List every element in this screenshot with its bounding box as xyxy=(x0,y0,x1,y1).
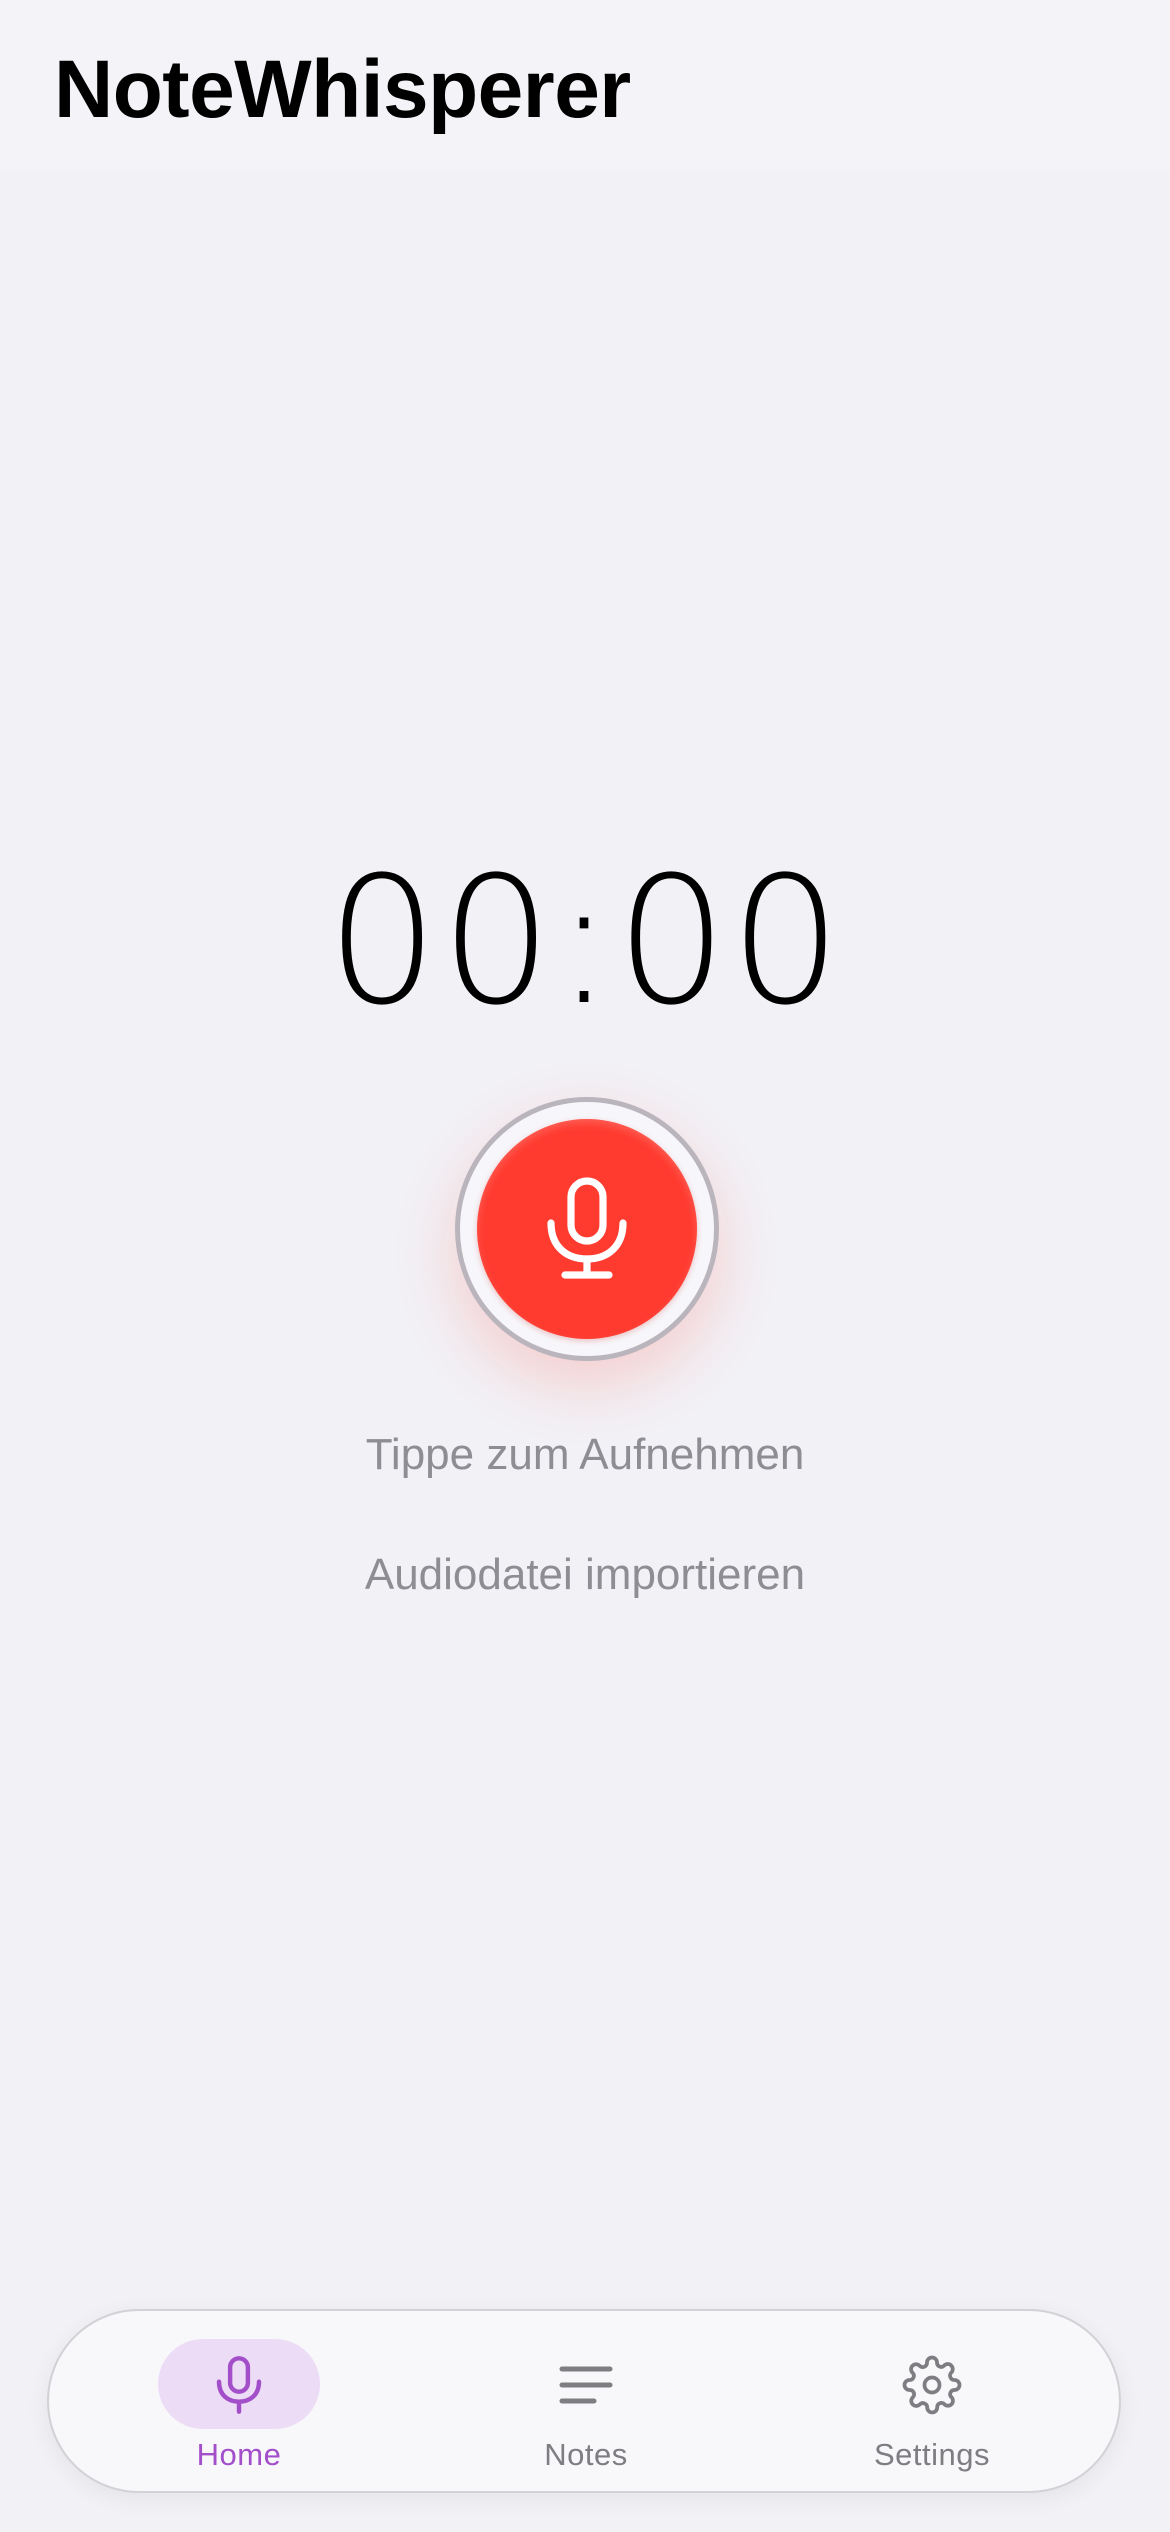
recording-timer: 00:00 xyxy=(326,839,844,1044)
tab-home[interactable]: Home xyxy=(109,2311,369,2491)
header-bar: NoteWhisperer xyxy=(0,0,1170,172)
notes-lines-icon xyxy=(556,2355,616,2415)
app-title: NoteWhisperer xyxy=(54,44,631,135)
tab-notes[interactable]: Notes xyxy=(456,2311,716,2491)
tab-settings[interactable]: Settings xyxy=(802,2311,1062,2491)
tab-home-label: Home xyxy=(196,2437,282,2472)
gear-icon xyxy=(902,2355,962,2415)
tab-bar: Home Notes Settings xyxy=(47,2309,1121,2493)
tab-settings-label: Settings xyxy=(873,2437,990,2472)
import-audio-button[interactable]: Audiodatei importieren xyxy=(0,1540,1170,1610)
tab-notes-label: Notes xyxy=(544,2437,628,2472)
microphone-icon xyxy=(547,1177,627,1279)
microphone-icon xyxy=(209,2355,269,2415)
record-button[interactable] xyxy=(455,1097,719,1361)
record-hint: Tippe zum Aufnehmen xyxy=(365,1430,805,1479)
record-button-core[interactable] xyxy=(477,1119,697,1339)
